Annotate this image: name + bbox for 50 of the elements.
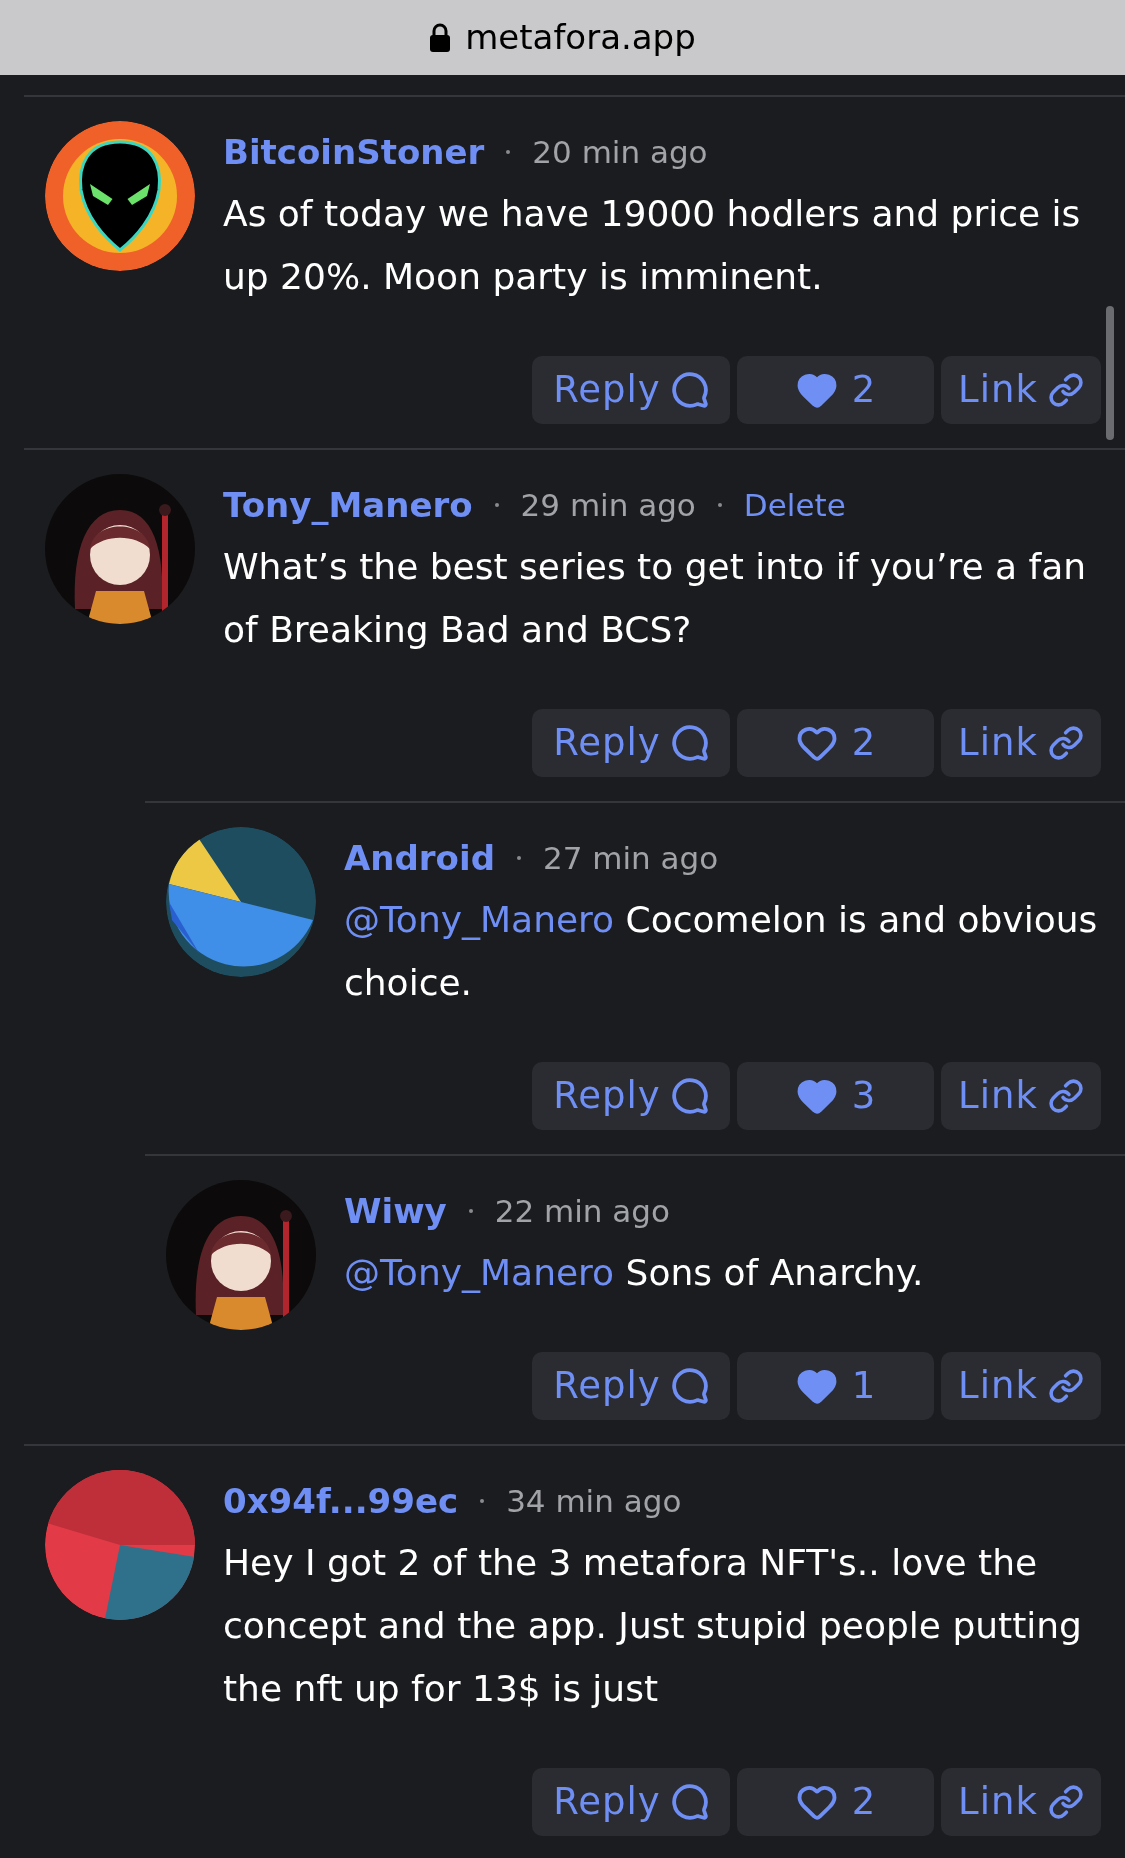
pie-avatar-icon (166, 827, 316, 977)
speech-bubble-icon (670, 724, 709, 762)
comment-text: As of today we have 19000 hodlers and price is up 20%. Moon party is imminent. (223, 192, 1082, 299)
chain-link-icon (1047, 1368, 1084, 1404)
comment-text: @Tony_Manero Sons of Anarchy. (344, 1251, 925, 1295)
link-button[interactable]: Link (941, 356, 1101, 424)
speech-bubble-icon (670, 1783, 709, 1821)
link-button[interactable]: Link (941, 709, 1101, 777)
address-bar[interactable]: metafora.app (0, 0, 1125, 75)
speech-bubble-icon (670, 1367, 709, 1405)
delete-link[interactable]: Delete (743, 481, 846, 529)
url-text: metafora.app (465, 16, 696, 59)
reply-button[interactable]: Reply (532, 356, 730, 424)
speech-bubble-icon (670, 1077, 709, 1115)
comment-text: What’s the best series to get into if you’re a fan of Breaking Bad and BCS? (223, 545, 1088, 652)
link-button[interactable]: Link (941, 1352, 1101, 1420)
timestamp: 34 min ago (506, 1481, 682, 1521)
reply-button[interactable]: Reply (532, 709, 730, 777)
timestamp: 20 min ago (532, 132, 708, 172)
chain-link-icon (1047, 372, 1084, 408)
lock-icon (429, 22, 452, 53)
chain-link-icon (1047, 1078, 1084, 1114)
comment-text: Hey I got 2 of the 3 metafora NFT's.. love the concept and the app. Just stupid people putting the nft up for 13$ is just (223, 1541, 1083, 1711)
reply-button[interactable]: Reply (532, 1352, 730, 1420)
like-button[interactable]: 2 (737, 709, 934, 777)
like-button[interactable]: 1 (737, 1352, 934, 1420)
like-button[interactable]: 3 (737, 1062, 934, 1130)
like-button[interactable]: 2 (737, 1768, 934, 1836)
alien-avatar-icon (45, 121, 195, 271)
chain-link-icon (1047, 1784, 1084, 1820)
mention-link[interactable]: @Tony_Manero (344, 1252, 615, 1293)
comment-text: @Tony_Manero Cocomelon is and obvious choice. (344, 898, 1099, 1005)
link-button[interactable]: Link (941, 1062, 1101, 1130)
mention-link[interactable]: @Tony_Manero (344, 899, 615, 940)
username[interactable]: BitcoinStoner (223, 126, 485, 178)
pie-avatar-icon (45, 1470, 195, 1620)
username[interactable]: 0x94f...99ec (223, 1475, 459, 1527)
link-button[interactable]: Link (941, 1768, 1101, 1836)
reply-button[interactable]: Reply (532, 1062, 730, 1130)
scrollbar[interactable] (1106, 306, 1114, 440)
username[interactable]: Wiwy (344, 1185, 447, 1237)
like-button[interactable]: 2 (737, 356, 934, 424)
speech-bubble-icon (670, 371, 709, 409)
username[interactable]: Android (344, 832, 495, 884)
timestamp: 27 min ago (543, 838, 719, 878)
username[interactable]: Tony_Manero (223, 479, 473, 531)
timestamp: 22 min ago (494, 1191, 670, 1231)
reply-button[interactable]: Reply (532, 1768, 730, 1836)
timestamp: 29 min ago (520, 485, 696, 525)
chain-link-icon (1047, 725, 1084, 761)
